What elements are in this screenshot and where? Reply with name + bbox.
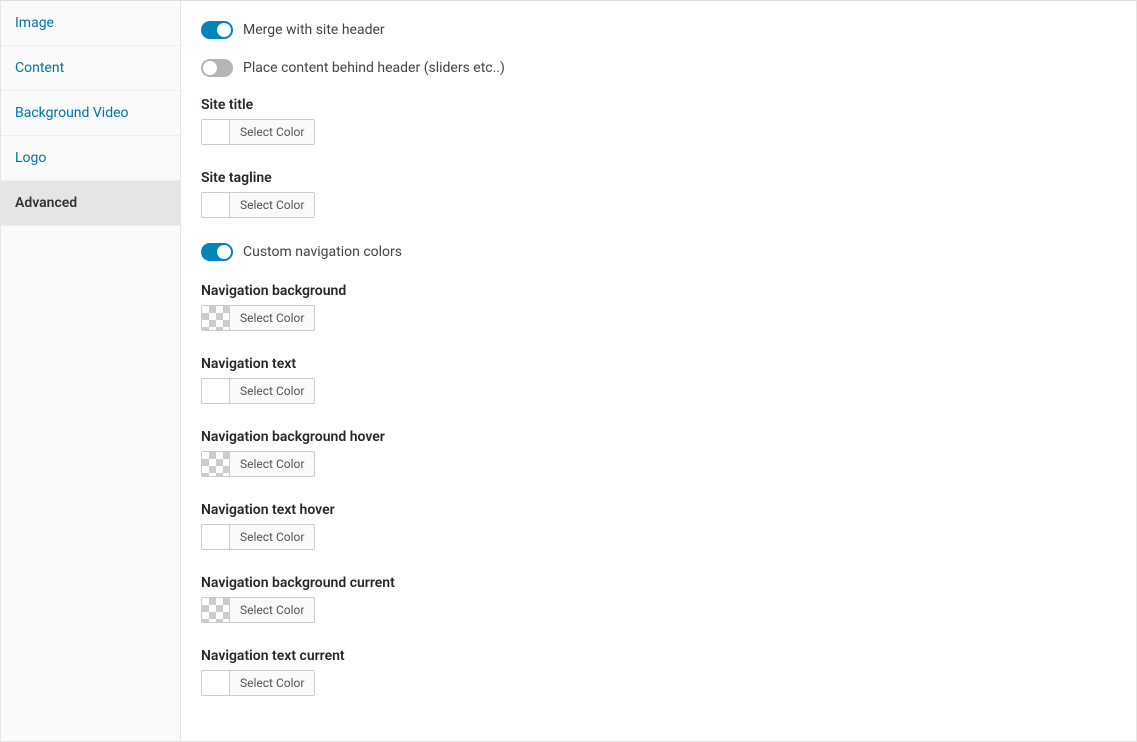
sidebar-item-advanced[interactable]: Advanced [1, 181, 180, 226]
nav-bg-hover-label: Navigation background hover [201, 429, 1116, 445]
color-swatch [202, 193, 230, 217]
select-color-button: Select Color [230, 452, 314, 476]
site-tagline-field: Site tagline Select Color [201, 170, 1116, 221]
merge-header-row: Merge with site header [201, 21, 1116, 39]
sidebar-item-background-video[interactable]: Background Video [1, 91, 180, 136]
custom-nav-colors-toggle[interactable] [201, 243, 233, 261]
place-behind-label: Place content behind header (sliders etc… [243, 60, 505, 76]
sidebar-item-content[interactable]: Content [1, 46, 180, 91]
select-color-button: Select Color [230, 193, 314, 217]
nav-text-hover-color-picker[interactable]: Select Color [201, 524, 315, 550]
sidebar-item-logo[interactable]: Logo [1, 136, 180, 181]
nav-bg-current-label: Navigation background current [201, 575, 1116, 591]
site-title-color-picker[interactable]: Select Color [201, 119, 315, 145]
nav-bg-field: Navigation background Select Color [201, 283, 1116, 334]
nav-text-current-label: Navigation text current [201, 648, 1116, 664]
nav-bg-current-color-picker[interactable]: Select Color [201, 597, 315, 623]
nav-text-color-picker[interactable]: Select Color [201, 378, 315, 404]
site-title-label: Site title [201, 97, 1116, 113]
color-swatch [202, 379, 230, 403]
place-behind-toggle[interactable] [201, 59, 233, 77]
color-swatch-transparent [202, 452, 230, 476]
nav-bg-current-field: Navigation background current Select Col… [201, 575, 1116, 626]
nav-bg-hover-field: Navigation background hover Select Color [201, 429, 1116, 480]
color-swatch [202, 525, 230, 549]
merge-header-toggle[interactable] [201, 21, 233, 39]
nav-bg-color-picker[interactable]: Select Color [201, 305, 315, 331]
select-color-button: Select Color [230, 120, 314, 144]
nav-text-hover-field: Navigation text hover Select Color [201, 502, 1116, 553]
nav-bg-label: Navigation background [201, 283, 1116, 299]
nav-bg-hover-color-picker[interactable]: Select Color [201, 451, 315, 477]
select-color-button: Select Color [230, 671, 314, 695]
sidebar-item-image[interactable]: Image [1, 1, 180, 46]
select-color-button: Select Color [230, 598, 314, 622]
custom-nav-colors-label: Custom navigation colors [243, 244, 402, 260]
toggle-knob [217, 23, 231, 37]
toggle-knob [217, 245, 231, 259]
nav-text-current-field: Navigation text current Select Color [201, 648, 1116, 699]
place-behind-row: Place content behind header (sliders etc… [201, 59, 1116, 77]
sidebar: Image Content Background Video Logo Adva… [1, 1, 181, 741]
nav-text-hover-label: Navigation text hover [201, 502, 1116, 518]
settings-panel: Image Content Background Video Logo Adva… [0, 0, 1137, 742]
select-color-button: Select Color [230, 525, 314, 549]
color-swatch-transparent [202, 306, 230, 330]
site-title-field: Site title Select Color [201, 97, 1116, 148]
color-swatch [202, 671, 230, 695]
select-color-button: Select Color [230, 379, 314, 403]
content-area: Merge with site header Place content beh… [181, 1, 1136, 741]
toggle-knob [203, 61, 217, 75]
nav-text-label: Navigation text [201, 356, 1116, 372]
color-swatch [202, 120, 230, 144]
color-swatch-transparent [202, 598, 230, 622]
site-tagline-label: Site tagline [201, 170, 1116, 186]
nav-text-field: Navigation text Select Color [201, 356, 1116, 407]
select-color-button: Select Color [230, 306, 314, 330]
nav-text-current-color-picker[interactable]: Select Color [201, 670, 315, 696]
site-tagline-color-picker[interactable]: Select Color [201, 192, 315, 218]
merge-header-label: Merge with site header [243, 22, 385, 38]
custom-nav-colors-row: Custom navigation colors [201, 243, 1116, 261]
